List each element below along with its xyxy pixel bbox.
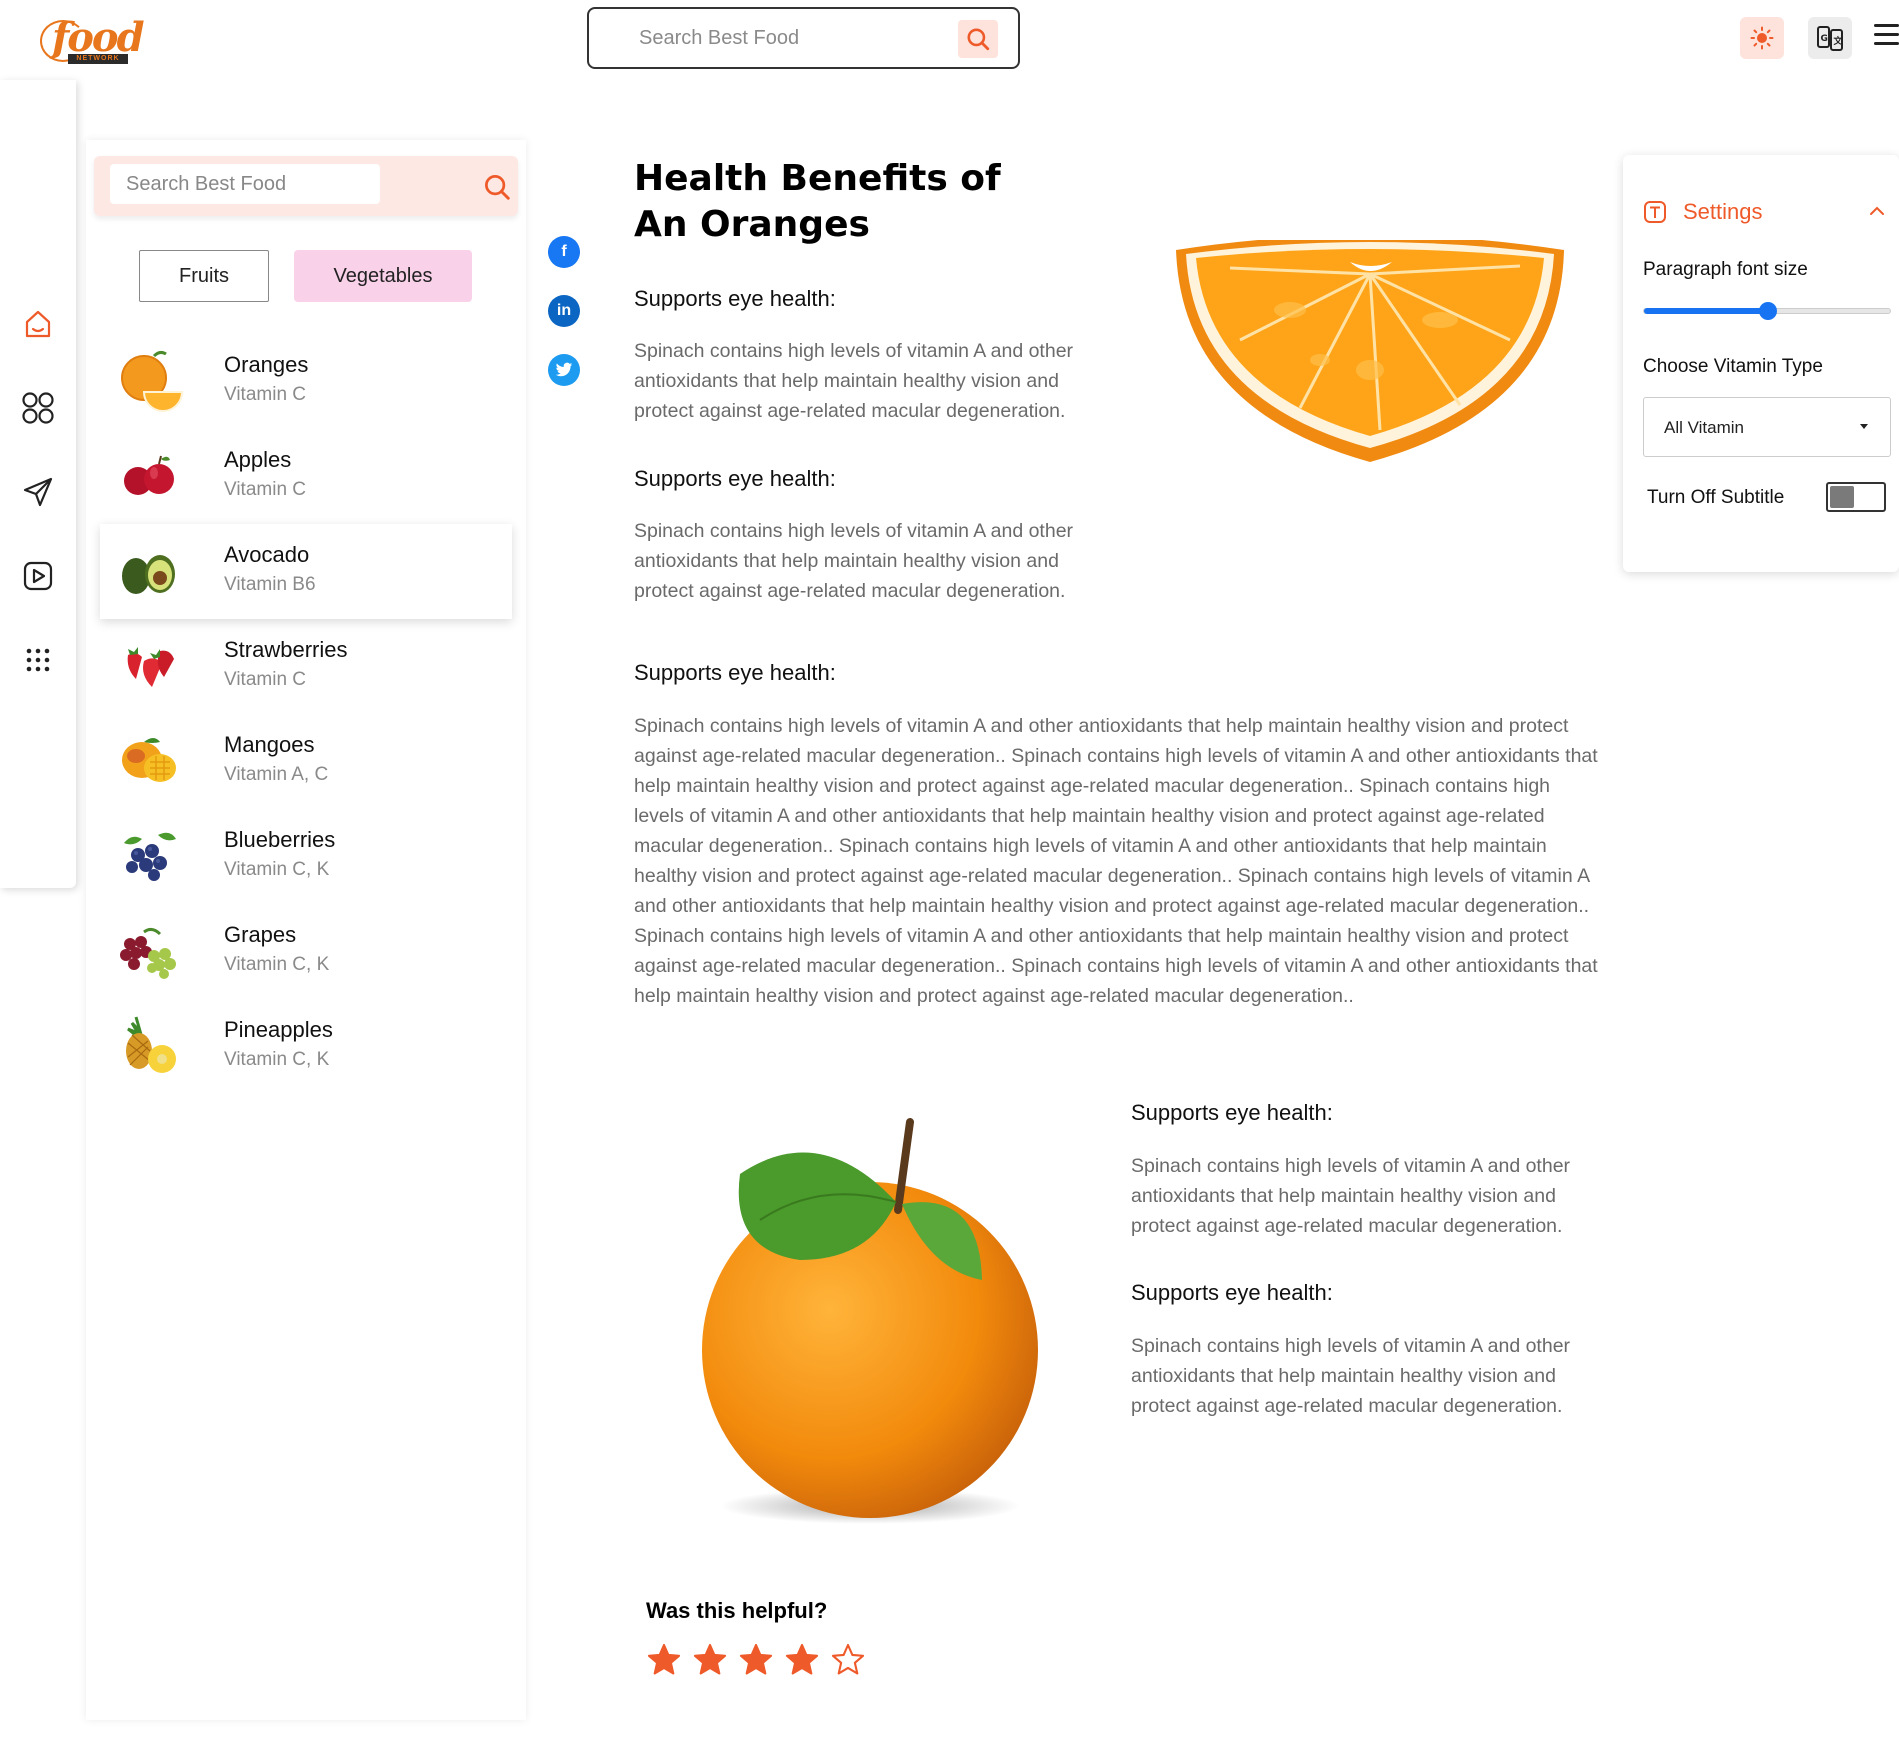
vitamin-select-value: All Vitamin xyxy=(1664,418,1744,437)
food-list: Oranges Vitamin C Apples Vitamin C Avoca… xyxy=(100,334,512,1094)
header-search-input[interactable] xyxy=(639,23,939,53)
section-body: Spinach contains high levels of vitamin … xyxy=(634,715,1598,1007)
subtitle-toggle[interactable] xyxy=(1826,482,1886,512)
toggle-knob xyxy=(1830,486,1854,508)
list-item-apples[interactable]: Apples Vitamin C xyxy=(100,429,512,524)
item-vitamin: Vitamin C xyxy=(224,384,307,405)
search-icon[interactable] xyxy=(482,172,512,202)
section-body: Spinach contains high levels of vitamin … xyxy=(634,340,1074,422)
mangoes-thumbnail xyxy=(122,738,176,782)
star-filled-icon[interactable] xyxy=(738,1642,774,1678)
translate-icon: G 文 xyxy=(1817,26,1844,51)
settings-title: Settings xyxy=(1683,199,1763,224)
item-name: Strawberries xyxy=(224,637,348,662)
sidebar-search xyxy=(94,156,518,216)
list-item-strawberries[interactable]: Strawberries Vitamin C xyxy=(100,619,512,714)
linkedin-icon[interactable]: in xyxy=(548,295,580,327)
svg-text:G: G xyxy=(1821,34,1828,44)
hamburger-menu-icon[interactable] xyxy=(1874,24,1899,52)
video-icon[interactable] xyxy=(20,558,56,594)
item-name: Mangoes xyxy=(224,732,315,757)
caret-down-icon xyxy=(1860,424,1868,429)
section-body: Spinach contains high levels of vitamin … xyxy=(1131,1155,1571,1237)
feedback-question: Was this helpful? xyxy=(646,1598,828,1623)
list-item-pineapples[interactable]: Pineapples Vitamin C, K xyxy=(100,999,512,1094)
svg-text:文: 文 xyxy=(1833,35,1844,47)
grapes-thumbnail xyxy=(120,927,176,979)
list-item-avocado[interactable]: Avocado Vitamin B6 xyxy=(100,524,512,619)
tab-fruits[interactable]: Fruits xyxy=(139,250,269,302)
search-icon xyxy=(967,28,990,51)
translate-button[interactable]: G 文 xyxy=(1808,17,1852,59)
section-heading: Supports eye health: xyxy=(634,466,836,491)
food-list-panel: Fruits Vegetables Oranges Vitamin C Appl… xyxy=(86,140,526,1720)
item-vitamin: Vitamin C xyxy=(224,669,307,690)
list-item-blueberries[interactable]: Blueberries Vitamin C, K xyxy=(100,809,512,904)
header-search-button[interactable] xyxy=(958,20,998,58)
section-heading: Supports eye health: xyxy=(634,660,836,685)
facebook-icon[interactable]: f xyxy=(548,236,580,268)
section-heading: Supports eye health: xyxy=(1131,1100,1333,1125)
item-name: Oranges xyxy=(224,352,309,377)
list-item-mangoes[interactable]: Mangoes Vitamin A, C xyxy=(100,714,512,809)
text-format-icon xyxy=(1644,201,1666,223)
item-vitamin: Vitamin C, K xyxy=(224,954,330,975)
star-rating xyxy=(646,1642,876,1678)
item-vitamin: Vitamin C xyxy=(224,479,307,500)
orange-slice-image xyxy=(1176,240,1564,462)
oranges-thumbnail xyxy=(121,350,184,412)
section-body: Spinach contains high levels of vitamin … xyxy=(634,520,1074,602)
home-icon[interactable] xyxy=(20,306,56,342)
star-filled-icon[interactable] xyxy=(784,1642,820,1678)
item-name: Apples xyxy=(224,447,292,472)
left-rail xyxy=(0,80,76,888)
item-vitamin: Vitamin C, K xyxy=(224,859,330,880)
star-filled-icon[interactable] xyxy=(692,1642,728,1678)
twitter-icon[interactable] xyxy=(548,354,580,386)
slider-handle[interactable] xyxy=(1759,302,1777,320)
list-item-grapes[interactable]: Grapes Vitamin C, K xyxy=(100,904,512,999)
star-empty-icon[interactable] xyxy=(830,1642,866,1678)
item-name: Blueberries xyxy=(224,827,336,852)
item-vitamin: Vitamin C, K xyxy=(224,1049,330,1070)
logo-subtext: NETWORK xyxy=(68,54,128,64)
sidebar-search-input[interactable] xyxy=(110,164,380,204)
food-network-logo[interactable]: food NETWORK xyxy=(38,14,145,64)
strawberries-thumbnail xyxy=(127,647,174,687)
apples-thumbnail xyxy=(124,455,174,495)
vitamin-type-select[interactable]: All Vitamin xyxy=(1643,397,1891,457)
blueberries-thumbnail xyxy=(124,832,176,881)
article-title: Health Benefits of An Oranges xyxy=(634,158,1001,245)
section-body: Spinach contains high levels of vitamin … xyxy=(1131,1335,1571,1417)
section-heading: Supports eye health: xyxy=(634,286,836,311)
item-vitamin: Vitamin A, C xyxy=(224,764,329,785)
avocado-thumbnail xyxy=(122,555,175,594)
pineapples-thumbnail xyxy=(126,1016,176,1073)
list-item-oranges[interactable]: Oranges Vitamin C xyxy=(100,334,512,429)
sun-icon xyxy=(1750,26,1774,50)
whole-orange-image xyxy=(702,1118,1038,1524)
send-icon[interactable] xyxy=(20,474,56,510)
section-heading: Supports eye health: xyxy=(1131,1280,1333,1305)
item-name: Avocado xyxy=(224,542,310,567)
theme-toggle-button[interactable] xyxy=(1740,17,1784,59)
categories-icon[interactable] xyxy=(20,390,56,426)
vitamin-type-label: Choose Vitamin Type xyxy=(1643,356,1823,377)
apps-grid-icon[interactable] xyxy=(20,642,56,678)
item-name: Pineapples xyxy=(224,1017,333,1042)
font-size-slider[interactable] xyxy=(1643,302,1891,320)
slider-fill xyxy=(1644,308,1768,314)
item-vitamin: Vitamin B6 xyxy=(224,574,316,595)
star-filled-icon[interactable] xyxy=(646,1642,682,1678)
tab-vegetables[interactable]: Vegetables xyxy=(294,250,472,302)
chevron-up-icon[interactable] xyxy=(1869,203,1885,219)
item-name: Grapes xyxy=(224,922,297,947)
settings-panel: Settings Paragraph font size Choose Vita… xyxy=(1623,155,1899,572)
subtitle-toggle-label: Turn Off Subtitle xyxy=(1647,487,1785,508)
font-size-label: Paragraph font size xyxy=(1643,259,1808,280)
header-search xyxy=(587,7,1020,69)
